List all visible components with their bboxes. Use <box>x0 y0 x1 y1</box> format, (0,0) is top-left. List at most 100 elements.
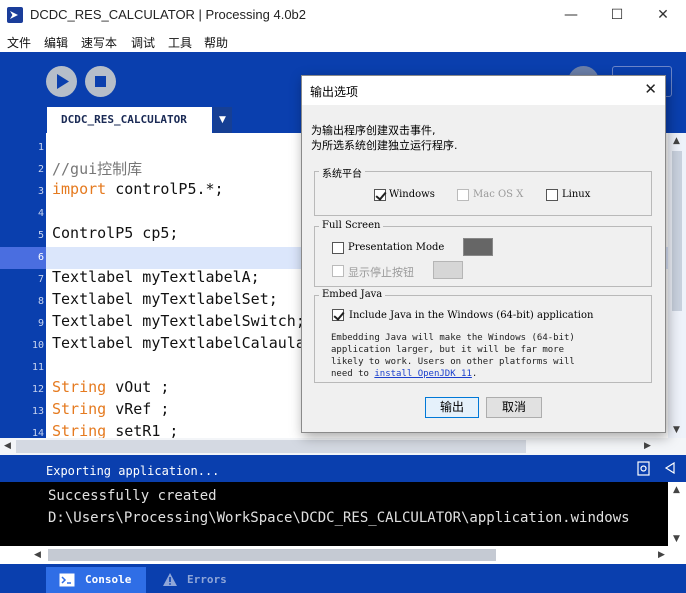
status-message: Exporting application... <box>46 464 220 478</box>
code-line: String vOut ; <box>52 378 169 396</box>
macos-checkbox[interactable] <box>457 189 469 201</box>
code-line: Textlabel myTextlabelCalaula <box>52 334 305 352</box>
code-line: Textlabel myTextlabelSet; <box>52 290 278 308</box>
linux-label: Linux <box>562 189 591 200</box>
console-output: Successfully created D:\Users\Processing… <box>0 482 668 546</box>
console-tab[interactable]: Console <box>46 567 146 593</box>
line-number: 13 <box>31 406 44 417</box>
code-text: vRef ; <box>106 400 170 418</box>
embed-java-description: application larger, but it will be far m… <box>331 345 564 355</box>
editor-horizontal-scroll-thumb[interactable] <box>16 440 526 453</box>
menu-help[interactable]: 帮助 <box>204 34 228 51</box>
title-bar: DCDC_RES_CALCULATOR | Processing 4.0b2 —… <box>0 0 686 31</box>
code-text: Textlabel myTextlabelSet; <box>52 290 278 308</box>
editor-horizontal-scrollbar[interactable]: ◀ ▶ <box>0 438 686 455</box>
code-keyword: String <box>52 400 107 418</box>
scroll-up-arrow-icon[interactable]: ▲ <box>673 485 680 495</box>
play-icon <box>57 74 69 89</box>
editor-vertical-scrollbar[interactable]: ▲ ▼ <box>668 133 686 438</box>
console-vertical-scrollbar[interactable]: ▲ ▼ <box>668 482 686 546</box>
code-line: //gui控制库 <box>52 158 142 179</box>
menu-tools[interactable]: 工具 <box>168 34 192 51</box>
errors-tab[interactable]: Errors <box>148 567 242 593</box>
embed-java-description: Embedding Java will make the Windows (64… <box>331 333 575 343</box>
scroll-down-arrow-icon[interactable]: ▼ <box>673 425 680 435</box>
minimize-button[interactable]: — <box>548 0 594 31</box>
macos-label: Mac OS X <box>473 189 524 200</box>
dialog-close-button[interactable]: ✕ <box>644 80 657 98</box>
window-title: DCDC_RES_CALCULATOR | Processing 4.0b2 <box>30 7 307 22</box>
windows-label: Windows <box>389 189 435 200</box>
line-number: 1 <box>37 142 44 153</box>
close-window-button[interactable]: ✕ <box>640 0 686 31</box>
run-button[interactable] <box>46 66 77 97</box>
scroll-right-arrow-icon[interactable]: ▶ <box>658 550 665 560</box>
scroll-up-arrow-icon[interactable]: ▲ <box>673 136 680 146</box>
include-java-label: Include Java in the Windows (64-bit) app… <box>349 310 594 321</box>
export-button[interactable]: 输出 <box>425 397 479 418</box>
menu-edit[interactable]: 编辑 <box>44 34 68 51</box>
code-text: Textlabel myTextlabelCalaula <box>52 334 305 352</box>
scroll-right-arrow-icon[interactable]: ▶ <box>644 441 651 451</box>
code-keyword: String <box>52 422 107 438</box>
cancel-button[interactable]: 取消 <box>486 397 542 418</box>
scroll-down-arrow-icon[interactable]: ▼ <box>673 534 680 544</box>
console-horizontal-scroll-thumb[interactable] <box>48 549 496 561</box>
editor-vertical-scroll-thumb[interactable] <box>672 151 682 311</box>
code-line: import controlP5.*; <box>52 180 224 198</box>
code-line: String setR1 ; <box>52 422 178 438</box>
console-horizontal-scrollbar[interactable]: ◀ ▶ <box>0 546 686 564</box>
scroll-left-arrow-icon[interactable]: ◀ <box>34 550 41 560</box>
platform-group: 系统平台 Windows Mac OS X Linux <box>314 165 652 216</box>
dialog-title: 输出选项 <box>310 85 359 99</box>
period-text: . <box>471 369 478 379</box>
code-line: Textlabel myTextlabelSwitch; <box>52 312 305 330</box>
include-java-checkbox[interactable] <box>332 309 344 321</box>
embed-java-description: likely to work. Users on other platforms… <box>331 357 575 367</box>
linux-checkbox[interactable] <box>546 189 558 201</box>
menu-debug[interactable]: 调试 <box>131 34 155 51</box>
presentation-mode-checkbox[interactable] <box>332 242 344 254</box>
code-line: ControlP5 cp5; <box>52 224 178 242</box>
embed-java-group: Embed Java Include Java in the Windows (… <box>314 289 652 383</box>
code-comment: //gui控制库 <box>52 160 143 178</box>
stop-icon <box>95 76 106 87</box>
maximize-button[interactable]: ☐ <box>594 0 640 31</box>
processing-app-icon <box>7 7 23 23</box>
full-screen-group: Full Screen Presentation Mode 显示停止按钮 <box>314 220 652 287</box>
full-screen-group-label: Full Screen <box>319 220 384 231</box>
install-openjdk-link[interactable]: install OpenJDK 11 <box>374 369 472 379</box>
sketch-tab[interactable]: DCDC_RES_CALCULATOR <box>47 107 212 133</box>
presentation-mode-label: Presentation Mode <box>348 242 445 253</box>
code-text: setR1 ; <box>106 422 179 438</box>
tab-menu-arrow-icon[interactable]: ▼ <box>213 107 232 133</box>
dialog-title-bar: 输出选项 ✕ <box>302 76 665 105</box>
show-stop-button-label: 显示停止按钮 <box>348 266 414 279</box>
clipboard-icon[interactable] <box>636 460 652 476</box>
dialog-intro-line: 为所选系统创建独立运行程序. <box>311 139 458 152</box>
presentation-color-swatch[interactable] <box>463 238 493 256</box>
embed-java-description: need to install OpenJDK 11. <box>331 368 477 380</box>
warning-icon <box>163 573 177 586</box>
menu-bar: 文件 编辑 速写本 调试 工具 帮助 <box>0 31 686 52</box>
line-number: 8 <box>37 296 44 307</box>
stop-button[interactable] <box>85 66 116 97</box>
line-number: 7 <box>37 274 44 285</box>
scroll-left-arrow-icon[interactable]: ◀ <box>4 441 11 451</box>
collapse-console-icon[interactable] <box>664 462 676 474</box>
show-stop-button-checkbox[interactable] <box>332 265 344 277</box>
console-line: D:\Users\Processing\WorkSpace\DCDC_RES_C… <box>48 510 630 526</box>
export-options-dialog: 输出选项 ✕ 为输出程序创建双击事件, 为所选系统创建独立运行程序. 系统平台 … <box>301 75 666 433</box>
console-tab-label: Console <box>85 573 132 586</box>
line-number: 14 <box>31 428 44 438</box>
menu-file[interactable]: 文件 <box>7 34 31 51</box>
code-keyword: String <box>52 378 107 396</box>
menu-sketch[interactable]: 速写本 <box>81 34 117 51</box>
code-text: Textlabel myTextlabelSwitch; <box>52 312 305 330</box>
code-line: Textlabel myTextlabelA; <box>52 268 260 286</box>
windows-checkbox[interactable] <box>374 189 386 201</box>
stop-button-color-swatch[interactable] <box>433 261 463 279</box>
line-number-current: 6 <box>37 252 44 263</box>
console-icon <box>59 573 75 587</box>
processing-window: DCDC_RES_CALCULATOR | Processing 4.0b2 —… <box>0 0 686 593</box>
